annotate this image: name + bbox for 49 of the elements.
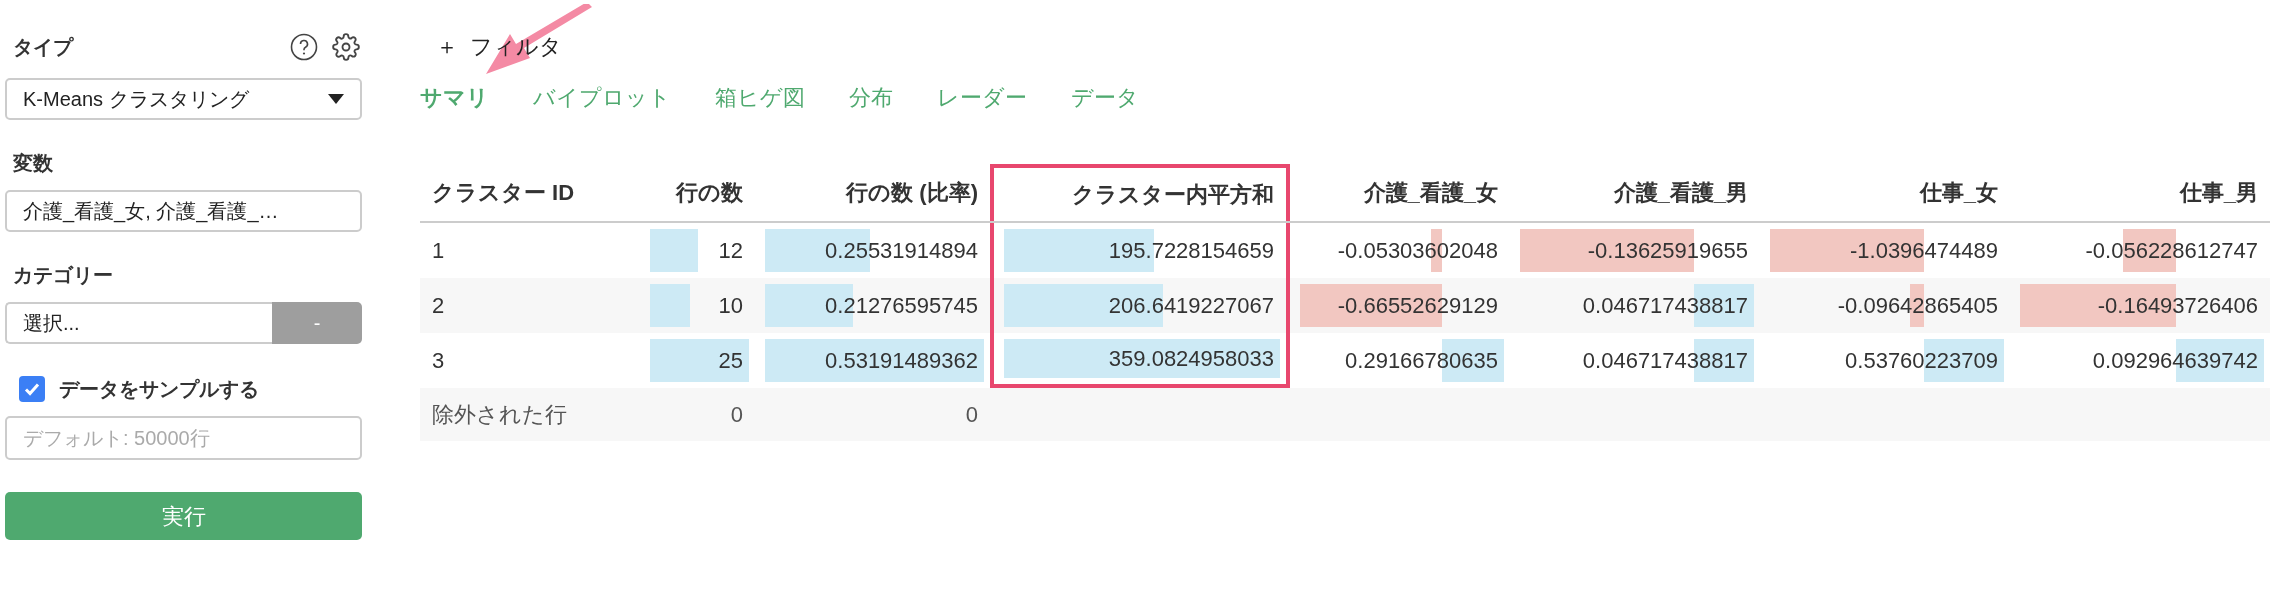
tab[interactable]: バイプロット [533, 81, 671, 114]
table-cell: 0.29166780635 [1290, 333, 1510, 388]
table-cell: -0.16493726406 [2010, 278, 2270, 333]
tab[interactable]: サマリ [420, 81, 489, 114]
category-label: カテゴリー [13, 263, 114, 288]
tab[interactable]: 箱ヒゲ図 [715, 81, 805, 114]
clear-button[interactable]: - [272, 302, 362, 344]
sample-checkbox[interactable] [19, 376, 45, 402]
tab[interactable]: レーダー [937, 81, 1027, 114]
run-button[interactable]: 実行 [5, 492, 362, 540]
table-cell-text: 2 [431, 292, 446, 320]
settings-icon[interactable] [332, 33, 360, 61]
table-cell: -1.0396474489 [1760, 223, 2010, 278]
table-cell: 0.53760223709 [1760, 333, 2010, 388]
variables-label: 変数 [13, 151, 54, 176]
table-cell: 10 [640, 278, 755, 333]
column-header: クラスター ID [432, 179, 575, 207]
table-cell: -0.056228612747 [2010, 223, 2270, 278]
table-cell-text: 1 [431, 237, 446, 265]
column-header: 行の数 (比率) [846, 179, 978, 207]
checkbox-label: データをサンプルする [59, 377, 259, 402]
column-header: 行の数 [676, 179, 743, 207]
table-cell-text: 0 [965, 401, 978, 429]
caret-icon [328, 94, 344, 104]
variables-field[interactable]: 介護_看護_女, 介護_看護_… [5, 190, 362, 232]
table-cell-text: 3 [431, 347, 446, 375]
table-cell: 0.046717438817 [1510, 333, 1760, 388]
column-header: クラスター内平方和 [1072, 181, 1274, 209]
column-header: 介護_看護_女 [1363, 179, 1498, 207]
table-cell: -0.09642865405 [1760, 278, 2010, 333]
help-icon[interactable] [290, 33, 318, 61]
table-cell: 12 [640, 223, 755, 278]
table-cell: 0.25531914894 [755, 223, 990, 278]
sample-size-field[interactable]: デフォルト: 50000行 [5, 416, 362, 460]
tab[interactable]: 分布 [849, 81, 893, 114]
column-header: 仕事_男 [2179, 179, 2258, 207]
type-select[interactable]: K-Means クラスタリング [5, 78, 362, 120]
table-cell: 0.046717438817 [1510, 278, 1760, 333]
column-header: 仕事_女 [1919, 179, 1998, 207]
table-cell: 359.0824958033 [990, 333, 1290, 388]
table-cell-text: 0 [730, 401, 743, 429]
type-label: タイプ [13, 35, 73, 60]
category-select[interactable]: 選択... [5, 302, 272, 344]
table-cell: 0.092964639742 [2010, 333, 2270, 388]
table-cell: -0.05303602048 [1290, 223, 1510, 278]
table-cell: 0.21276595745 [755, 278, 990, 333]
tab[interactable]: データ [1071, 81, 1139, 114]
column-header: 介護_看護_男 [1613, 179, 1748, 207]
table-cell-text: 除外された行 [432, 401, 567, 429]
